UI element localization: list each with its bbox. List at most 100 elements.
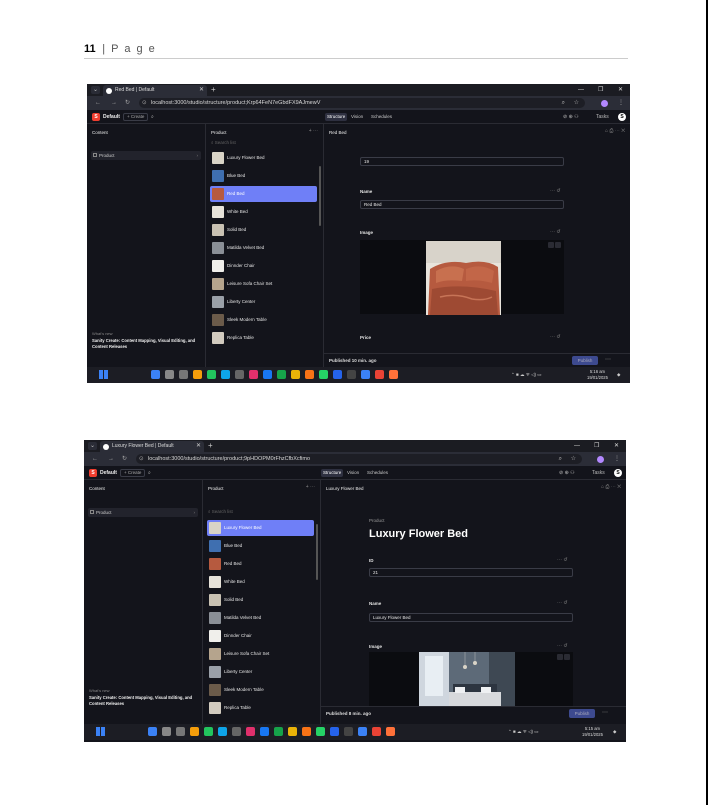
nav-vision[interactable]: Vision [349, 113, 365, 121]
zoom-icon[interactable]: ⌕ [559, 454, 562, 464]
reload-icon[interactable]: ↻ [125, 99, 130, 107]
create-button[interactable]: + Create [120, 469, 146, 477]
word-icon[interactable] [330, 727, 339, 736]
whats-new-card[interactable]: What's new Sanity Create: Content Mappin… [92, 331, 200, 349]
app-icon[interactable] [193, 370, 202, 379]
field-actions-icon[interactable]: ⋯ ↺ [557, 557, 568, 563]
terminal-icon[interactable] [347, 370, 356, 379]
name-actions-icon[interactable]: ⋯ ↺ [557, 600, 568, 606]
list-item[interactable]: Solid Bed [207, 592, 314, 608]
facebook-icon[interactable] [263, 370, 272, 379]
image-preview-box[interactable] [369, 652, 573, 710]
nav-structure[interactable]: Structure [325, 113, 348, 121]
more-actions-icon[interactable]: ⋯ [605, 356, 611, 363]
app-icon[interactable] [302, 727, 311, 736]
app-icon[interactable] [190, 727, 199, 736]
minimize-icon[interactable]: — [578, 84, 584, 96]
search-taskbar-icon[interactable] [162, 727, 171, 736]
list-item[interactable]: Blue Bed [207, 538, 314, 554]
window-close-icon[interactable]: ✕ [618, 84, 623, 96]
list-item[interactable]: Leisure Sofa Chair Set [207, 646, 314, 662]
vscode-icon[interactable] [361, 370, 370, 379]
list-pane-actions[interactable]: + ⋯ [309, 128, 318, 134]
field-actions-icon[interactable]: ⋯ ↺ [550, 188, 561, 194]
widgets-icon[interactable] [96, 727, 105, 736]
back-icon[interactable]: ← [92, 455, 98, 463]
search-input[interactable]: ⌕ Search list [211, 140, 236, 145]
search-icon[interactable]: ⌕ [151, 113, 154, 121]
reload-icon[interactable]: ↻ [122, 455, 127, 463]
list-item[interactable]: Dinnder Chair [207, 628, 314, 644]
new-tab-button[interactable]: + [208, 440, 213, 452]
word-icon[interactable] [333, 370, 342, 379]
image-menu-icon[interactable] [555, 242, 561, 248]
taskview-icon[interactable] [179, 370, 188, 379]
help-icons[interactable]: ⊘ ⊕ ⚇ [559, 469, 575, 477]
forward-icon[interactable]: → [108, 455, 114, 463]
explorer-icon[interactable] [291, 370, 300, 379]
vscode-icon[interactable] [358, 727, 367, 736]
edge-icon[interactable] [221, 370, 230, 379]
list-item[interactable]: Liberty Center [210, 294, 317, 310]
system-clock[interactable]: 5:15 am 19/01/2025 [582, 726, 603, 737]
facebook-icon[interactable] [260, 727, 269, 736]
firefox-icon[interactable] [386, 727, 395, 736]
profile-avatar[interactable] [601, 100, 608, 107]
bookmark-star-icon[interactable]: ☆ [574, 98, 579, 108]
notification-icon[interactable]: ◆ [613, 729, 616, 735]
nav-vision[interactable]: Vision [345, 469, 361, 477]
window-close-icon[interactable]: ✕ [614, 440, 619, 452]
system-tray[interactable]: ⌃ ■ ☁ ᯤ ◁) ▭ [511, 372, 542, 378]
sidebar-item-product[interactable]: Product › [91, 151, 201, 160]
zoom-icon[interactable]: ⌕ [562, 98, 565, 108]
browser-tab[interactable]: Luxury Flower Bed | Default ✕ [100, 441, 204, 452]
terminal-icon[interactable] [344, 727, 353, 736]
list-item[interactable]: Solid Bed [210, 222, 317, 238]
list-item[interactable]: Sleek Modern Table [210, 312, 317, 328]
list-pane-actions[interactable]: + ⋯ [306, 484, 315, 490]
image-toolbar[interactable] [556, 654, 570, 661]
start-icon[interactable] [151, 370, 160, 379]
publish-button[interactable]: Publish [569, 709, 595, 718]
list-item[interactable]: Matilda Velvet Bed [210, 240, 317, 256]
explorer-icon[interactable] [288, 727, 297, 736]
nav-schedules[interactable]: Schedules [369, 113, 394, 121]
image-actions-icon[interactable]: ⋯ ↺ [550, 229, 561, 235]
id-field[interactable]: 21 [369, 568, 573, 577]
whatsapp-icon[interactable] [316, 727, 325, 736]
whats-new-card[interactable]: What's new Sanity Create: Content Mappin… [89, 688, 197, 706]
notification-icon[interactable]: ◆ [617, 372, 620, 378]
maximize-icon[interactable]: ❐ [598, 84, 603, 96]
camera-icon[interactable] [235, 370, 244, 379]
search-taskbar-icon[interactable] [165, 370, 174, 379]
tasks-button[interactable]: Tasks [592, 469, 605, 477]
maximize-icon[interactable]: ❐ [594, 440, 599, 452]
studio-logo[interactable]: S [92, 113, 100, 121]
image-actions-icon[interactable]: ⋯ ↺ [557, 643, 568, 649]
list-scrollbar[interactable] [319, 166, 321, 226]
edge-icon[interactable] [218, 727, 227, 736]
list-item[interactable]: Sleek Modern Table [207, 682, 314, 698]
user-avatar[interactable]: S [614, 469, 622, 477]
document-actions[interactable]: ⌂ ⎙ ⋯ ✕ [601, 484, 621, 490]
firefox-icon[interactable] [389, 370, 398, 379]
browser-menu-icon[interactable]: ⋮ [614, 455, 620, 463]
list-item[interactable]: Luxury Flower Bed [210, 150, 317, 166]
name-field[interactable]: Luxury Flower Bed [369, 613, 573, 622]
list-item[interactable]: Blue Bed [210, 168, 317, 184]
tasks-button[interactable]: Tasks [596, 113, 609, 121]
chrome-icon[interactable] [372, 727, 381, 736]
app-icon[interactable] [207, 370, 216, 379]
list-item[interactable]: Red Bed [210, 186, 317, 202]
workspace-name[interactable]: Default [103, 114, 120, 120]
whatsapp-icon[interactable] [319, 370, 328, 379]
tab-menu-button[interactable]: ⌄ [91, 86, 100, 94]
search-input[interactable]: ⌕ Search list [208, 509, 233, 514]
forward-icon[interactable]: → [111, 99, 117, 107]
excel-icon[interactable] [277, 370, 286, 379]
list-item[interactable]: Matilda Velvet Bed [207, 610, 314, 626]
camera-icon[interactable] [232, 727, 241, 736]
name-field[interactable]: Red Bed [360, 200, 564, 209]
profile-avatar[interactable] [597, 456, 604, 463]
address-bar[interactable]: ⊙ localhost:3000/studio/structure/produc… [139, 98, 585, 108]
